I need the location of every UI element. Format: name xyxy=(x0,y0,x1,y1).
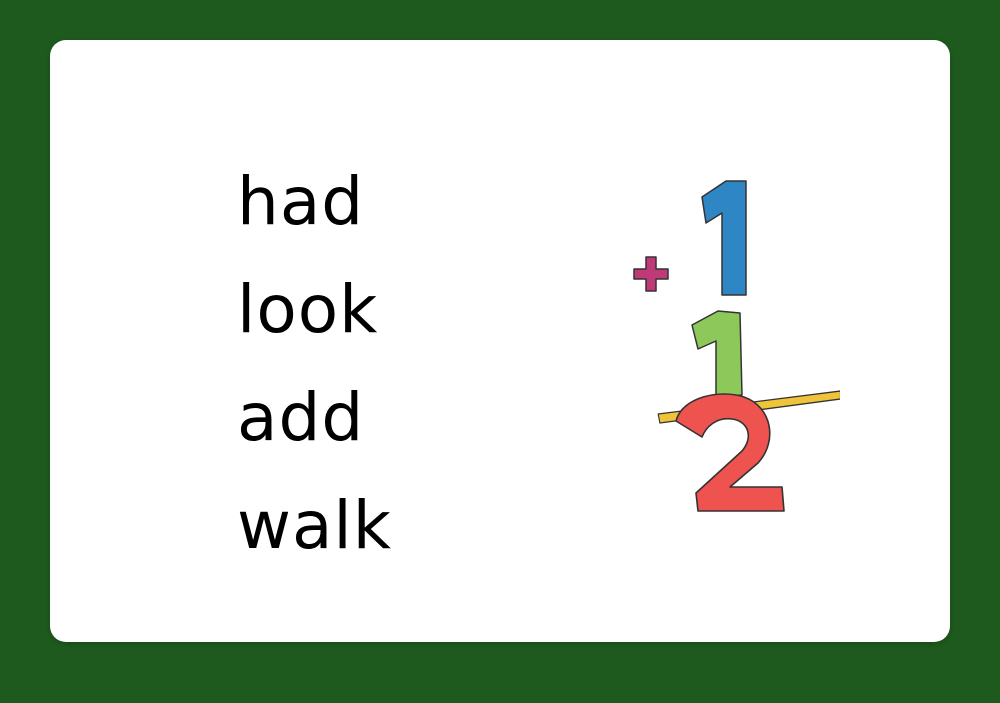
bottom-digit-one-icon xyxy=(691,310,743,398)
word-list: had look add walk xyxy=(237,148,392,580)
plus-icon xyxy=(633,256,669,292)
word-item: had xyxy=(237,163,365,240)
flash-card: had look add walk xyxy=(50,40,950,642)
addition-illustration-icon xyxy=(633,180,840,512)
word-item: look xyxy=(237,271,379,348)
top-digit-one-icon xyxy=(701,180,747,296)
word-item: walk xyxy=(237,487,392,564)
word-item: add xyxy=(237,379,365,456)
result-digit-two-icon xyxy=(675,393,785,512)
